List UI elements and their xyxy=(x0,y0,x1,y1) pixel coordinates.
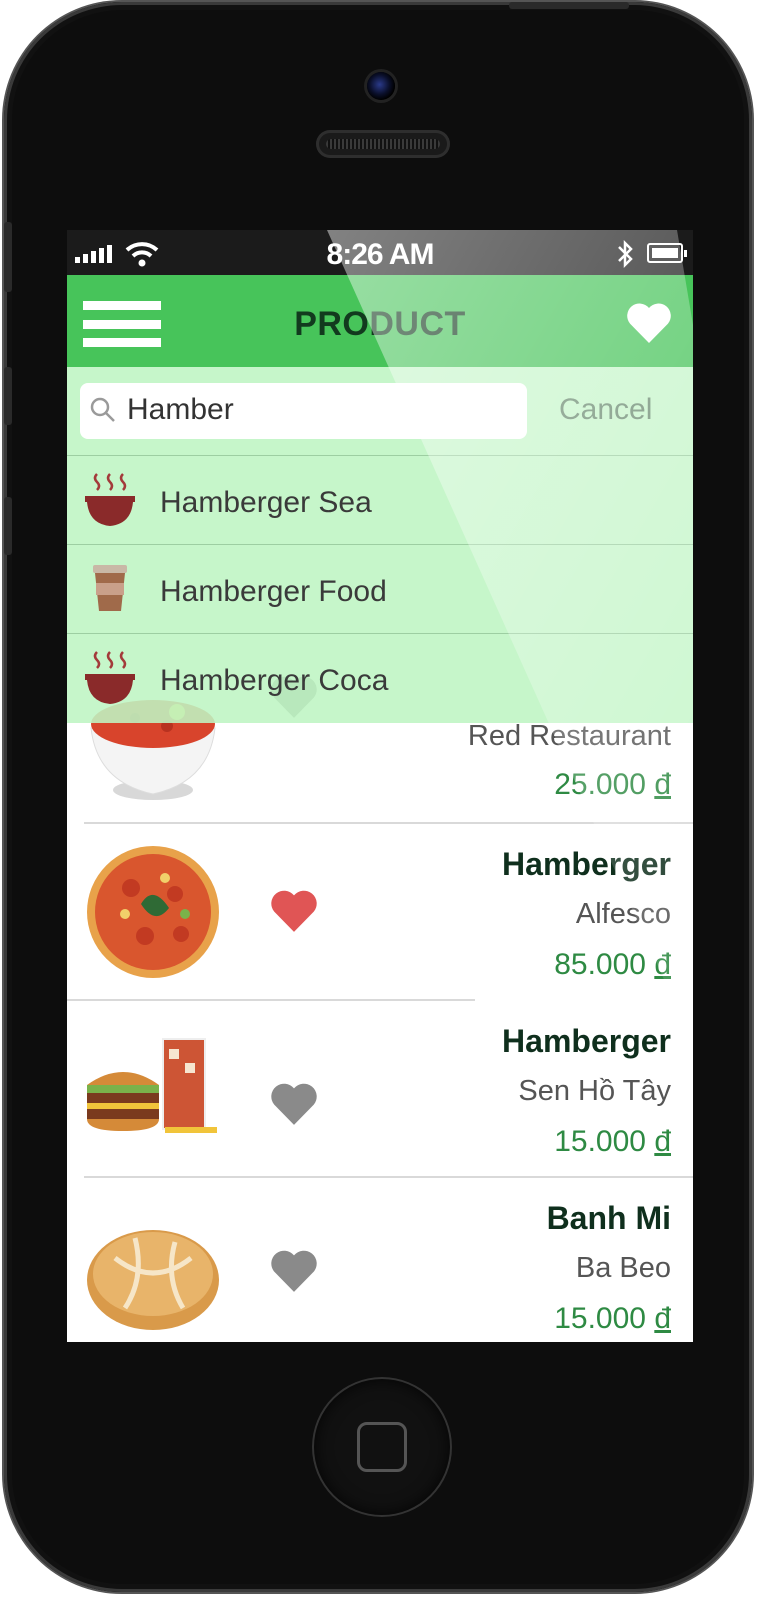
product-shop: Red Restaurant xyxy=(467,720,671,752)
soup-bowl-icon xyxy=(85,651,135,704)
app-screen: 8:26 AM PRODUCT Red Restaurant 25.000 đ … xyxy=(67,230,693,1342)
currency-symbol: đ xyxy=(654,1302,671,1335)
mute-switch xyxy=(4,222,12,292)
app-header: PRODUCT xyxy=(67,275,693,367)
search-field[interactable]: Hamber xyxy=(80,383,527,439)
price-value: 15.000 xyxy=(554,1125,646,1158)
product-name: Hamberger xyxy=(502,846,671,882)
page-title: PRODUCT xyxy=(294,305,466,343)
status-time: 8:26 AM xyxy=(326,238,435,271)
favorite-heart-icon[interactable] xyxy=(269,1248,319,1294)
battery-icon xyxy=(647,243,687,263)
search-input[interactable]: Hamber xyxy=(127,393,234,427)
suggestion-label: Hamberger Sea xyxy=(160,486,372,519)
product-price: 25.000 đ xyxy=(554,768,671,802)
product-image xyxy=(87,1230,219,1330)
suggestion-item[interactable]: Hamberger Coca xyxy=(67,633,693,723)
soup-bowl-icon xyxy=(85,473,135,526)
home-button[interactable] xyxy=(312,1377,452,1517)
favorite-heart-icon[interactable] xyxy=(269,1081,319,1127)
product-image xyxy=(87,1038,217,1133)
product-price: 15.000 đ xyxy=(554,1302,671,1336)
product-price: 15.000 đ xyxy=(554,1125,671,1159)
volume-up-button xyxy=(4,367,12,425)
price-value: 25.000 xyxy=(554,768,646,801)
favorite-heart-icon[interactable] xyxy=(269,888,319,934)
phone-frame: 8:26 AM PRODUCT Red Restaurant 25.000 đ … xyxy=(4,2,752,1592)
suggestion-label: Hamberger Food xyxy=(160,575,387,608)
bluetooth-icon xyxy=(618,239,633,269)
product-item[interactable]: Banh Mi Ba Beo 15.000 đ xyxy=(67,1178,693,1342)
product-item[interactable]: Hamberger Sen Hồ Tây 15.000 đ xyxy=(67,1001,693,1177)
price-value: 85.000 xyxy=(554,948,646,981)
status-bar: 8:26 AM xyxy=(67,230,693,275)
price-value: 15.000 xyxy=(554,1302,646,1335)
search-overlay: Hamber Cancel Hamberger Sea Hamberger Fo… xyxy=(67,367,693,723)
earpiece-speaker xyxy=(316,130,450,158)
product-name: Hamberger xyxy=(502,1023,671,1059)
currency-symbol: đ xyxy=(654,948,671,981)
coffee-cup-icon xyxy=(93,565,127,611)
currency-symbol: đ xyxy=(654,1125,671,1158)
product-price: 85.000 đ xyxy=(554,948,671,982)
cancel-button[interactable]: Cancel xyxy=(559,393,652,427)
product-image xyxy=(87,846,219,978)
suggestion-item[interactable]: Hamberger Food xyxy=(67,544,693,634)
product-item[interactable]: Hamberger Alfesco 85.000 đ xyxy=(67,824,693,1000)
product-name: Banh Mi xyxy=(546,1200,671,1236)
favorites-heart-icon[interactable] xyxy=(625,299,673,345)
product-shop: Alfesco xyxy=(575,898,671,930)
currency-symbol: đ xyxy=(654,768,671,801)
volume-down-button xyxy=(4,497,12,555)
suggestion-item[interactable]: Hamberger Sea xyxy=(67,455,693,545)
suggestion-label: Hamberger Coca xyxy=(160,664,389,697)
front-camera xyxy=(367,72,395,100)
power-button xyxy=(509,2,629,9)
product-shop: Ba Beo xyxy=(575,1252,671,1284)
product-shop: Sen Hồ Tây xyxy=(518,1075,671,1107)
search-icon xyxy=(90,397,115,422)
